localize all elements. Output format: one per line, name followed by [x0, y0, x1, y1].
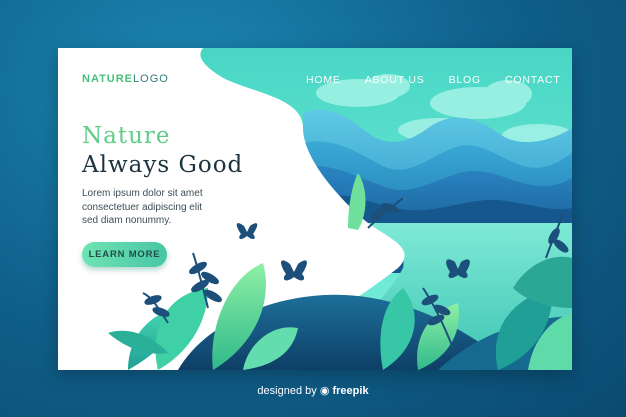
nav-contact[interactable]: CONTACT — [505, 74, 561, 86]
landing-page-card: NATURELOGO HOME ABOUT US BLOG CONTACT Na… — [58, 48, 572, 370]
hero-title-line1: Nature — [82, 123, 171, 149]
logo-part-logo: LOGO — [133, 73, 169, 85]
hero-description: Lorem ipsum dolor sit amet consectetuer … — [82, 187, 252, 228]
logo-part-nature: NATURE — [82, 73, 134, 85]
hero-title-line2: Always Good — [82, 152, 244, 178]
nav-about-us[interactable]: ABOUT US — [365, 74, 425, 86]
hero-description-line: consectetuer adipiscing elit — [82, 201, 203, 213]
credit-brand: freepik — [332, 385, 369, 397]
nav-home[interactable]: HOME — [306, 74, 341, 86]
hero-description-line: Lorem ipsum dolor sit amet — [82, 188, 203, 199]
brand-logo[interactable]: NATURELOGO — [82, 73, 169, 85]
main-navigation: HOME ABOUT US BLOG CONTACT — [306, 74, 561, 86]
freepik-logo-icon: ◉ — [319, 385, 330, 397]
learn-more-button[interactable]: LEARN MORE — [82, 242, 167, 267]
hero-description-line: sed diam nonummy. — [82, 215, 172, 226]
credit-prefix: designed by — [257, 385, 317, 397]
freepik-credit[interactable]: designed by ◉ freepik — [0, 384, 626, 397]
nav-blog[interactable]: BLOG — [449, 74, 481, 86]
